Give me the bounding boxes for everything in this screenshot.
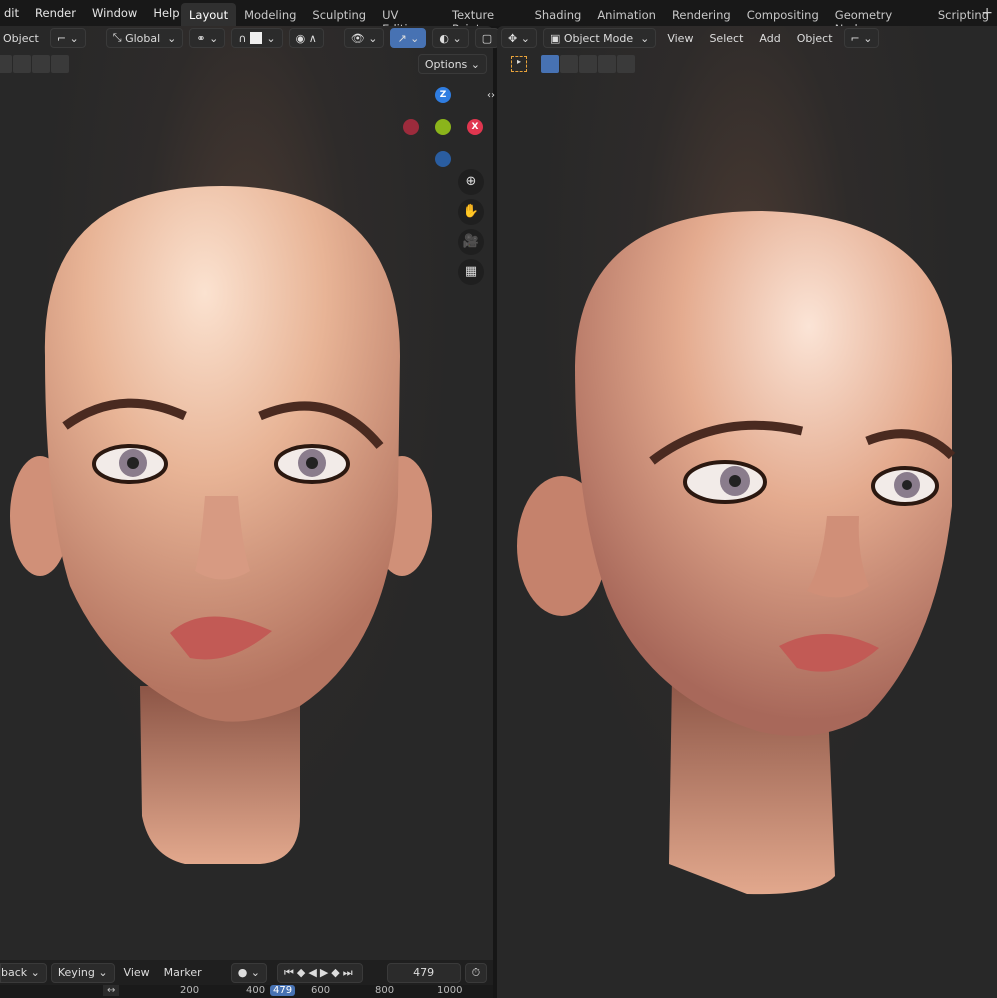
z-axis-icon[interactable]: Z	[435, 87, 451, 103]
tab-texture-paint[interactable]: Texture Paint	[444, 3, 527, 36]
current-frame-field[interactable]: 479	[386, 962, 461, 983]
head-render-front	[10, 186, 432, 864]
tab-shading[interactable]: Shading	[527, 3, 590, 26]
neg-z-axis-icon[interactable]	[435, 151, 451, 167]
menu-window[interactable]: Window	[84, 6, 145, 20]
timeline-view-menu[interactable]: View	[119, 966, 155, 979]
tab-animation[interactable]: Animation	[589, 3, 664, 26]
resize-arrows-icon[interactable]: ↔	[103, 985, 120, 996]
menu-render[interactable]: Render	[27, 6, 84, 20]
viewport-left[interactable]: Object ⌐ ⌄ ⤡ Global ⌄ ⚭ ⌄ ∩ ⌄ ◉ ∧ 👁 ⌄ ↗ …	[0, 26, 500, 960]
split-arrows-icon[interactable]: ‹›	[487, 90, 495, 101]
y-axis-icon[interactable]	[435, 119, 451, 135]
tab-modeling[interactable]: Modeling	[236, 3, 304, 26]
viewport-right-bottom	[497, 960, 997, 998]
stopwatch-icon[interactable]: ⏱	[464, 962, 488, 983]
timeline-marker-menu[interactable]: Marker	[159, 966, 207, 979]
tab-geometry-nodes[interactable]: Geometry Nodes	[827, 3, 930, 36]
playhead[interactable]: 479	[270, 985, 296, 996]
timeline-ruler[interactable]: 200 400 479 600 800 1000 ↔	[0, 985, 493, 998]
timeline-header: back ⌄ Keying ⌄ View Marker ● ⌄ ⏮◆◀▶◆⏭ 4…	[0, 960, 493, 985]
auto-keying-toggle[interactable]: ● ⌄	[230, 962, 267, 983]
tab-rendering[interactable]: Rendering	[664, 3, 739, 26]
perspective-grid-icon[interactable]: ▦	[458, 259, 484, 285]
neg-x-axis-icon[interactable]	[403, 119, 419, 135]
zoom-icon[interactable]: ⊕	[458, 169, 484, 195]
timeline: back ⌄ Keying ⌄ View Marker ● ⌄ ⏮◆◀▶◆⏭ 4…	[0, 960, 493, 998]
head-render-angled	[517, 211, 956, 895]
menu-edit[interactable]: dit	[0, 6, 27, 20]
camera-icon[interactable]: 🎥	[458, 229, 484, 255]
tab-layout[interactable]: Layout	[181, 3, 237, 26]
tab-sculpting[interactable]: Sculpting	[304, 3, 374, 26]
add-workspace-icon[interactable]: +	[981, 5, 993, 21]
top-bar: dit Render Window Help Layout Modeling S…	[0, 0, 997, 36]
workspace-tabs: Layout Modeling Sculpting UV Editing Tex…	[181, 3, 997, 36]
keying-dropdown[interactable]: Keying ⌄	[50, 962, 115, 983]
playback-dropdown[interactable]: back ⌄	[0, 962, 47, 983]
main-menu: dit Render Window Help	[0, 6, 188, 20]
playback-controls[interactable]: ⏮◆◀▶◆⏭	[277, 962, 363, 983]
x-axis-icon[interactable]: X	[467, 119, 483, 135]
tab-uv-editing[interactable]: UV Editing	[374, 3, 444, 36]
pan-hand-icon[interactable]: ✋	[458, 199, 484, 225]
tab-compositing[interactable]: Compositing	[739, 3, 827, 26]
viewport-right[interactable]: ✥ ⌄ ▣ Object Mode ⌄ View Select Add Obje…	[497, 26, 997, 960]
